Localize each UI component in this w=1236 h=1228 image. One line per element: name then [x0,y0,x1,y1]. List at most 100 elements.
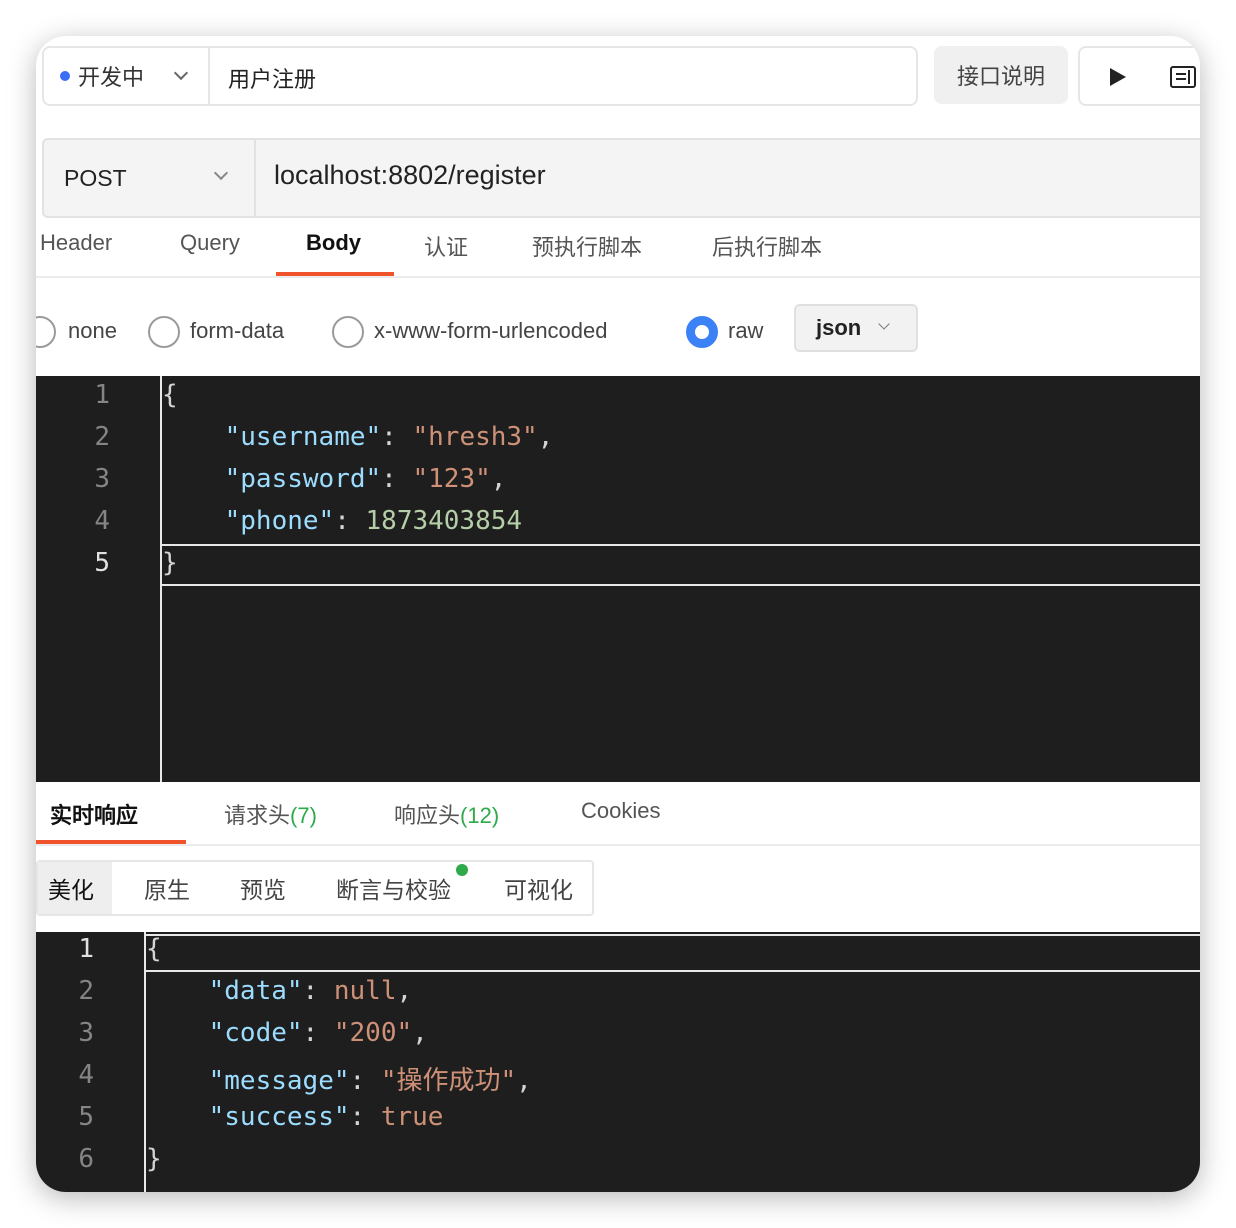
code-line: } [146,1144,162,1174]
radio-form-data[interactable] [148,316,180,348]
radio-urlencoded-label: x-www-form-urlencoded [374,318,608,343]
code-token: "message" [208,1066,350,1096]
code-token: "data" [208,976,303,1006]
code-token: : [349,1102,381,1132]
code-token: "username" [224,422,382,452]
code-token: "code" [208,1018,303,1048]
status-dot-icon [60,71,70,81]
line-number: 1 [78,934,94,964]
line-number: 4 [78,1060,94,1090]
code-token: : [302,1018,334,1048]
code-line: "username": "hresh3", [162,422,554,452]
current-line-top [146,934,1200,936]
url-bar: POST [42,138,1200,218]
code-token: , [516,1066,532,1096]
api-name-input[interactable]: 用户注册 [228,62,316,94]
view-mode-segment: 美化 原生 预览 断言与校验 可视化 [36,860,594,916]
code-token: , [537,422,554,452]
body-type-row: none form-data x-www-form-urlencoded raw… [36,304,1200,354]
tab-response-headers-label: 响应头 [394,803,461,828]
response-body-viewer[interactable]: 1 2 3 4 5 6 { "data": null, "code": "200", "me… [36,932,1200,1192]
chevron-down-icon [213,165,229,181]
code-token: "success" [208,1102,350,1132]
chevron-down-icon [173,65,189,81]
tab-header[interactable]: Header [40,230,112,256]
code-token: "200" [333,1018,413,1048]
tab-realtime-response[interactable]: 实时响应 [50,798,138,830]
code-token: { [162,380,178,410]
request-tabs: Header Query Body 认证 预执行脚本 后执行脚本 [36,222,1200,278]
code-token: "password" [224,464,382,494]
tab-post-script[interactable]: 后执行脚本 [712,230,822,262]
raw-format-select[interactable]: json [794,304,918,352]
radio-raw[interactable] [686,316,718,348]
tab-auth[interactable]: 认证 [424,230,468,262]
radio-urlencoded[interactable] [332,316,364,348]
api-title-box: 开发中 用户注册 [42,46,918,106]
view-mode-beautify[interactable]: 美化 [38,862,112,914]
code-token: : [381,422,413,452]
method-select[interactable]: POST [44,140,256,216]
code-line: "message": "操作成功", [146,1060,532,1097]
view-mode-raw[interactable]: 原生 [144,862,190,914]
radio-none[interactable] [36,316,56,348]
code-token: null [333,976,397,1006]
view-mode-preview[interactable]: 预览 [240,862,286,914]
chevron-down-icon [878,318,890,330]
view-mode-assertions[interactable]: 断言与校验 [336,862,451,914]
view-mode-visualize[interactable]: 可视化 [504,862,573,914]
current-line-top [162,544,1200,546]
save-icon[interactable] [1170,66,1196,88]
line-number: 5 [94,548,110,578]
play-icon[interactable] [1110,68,1126,86]
code-token: 1873403854 [365,506,523,536]
tab-cookies[interactable]: Cookies [581,798,660,824]
response-tabs: 实时响应 请求头(7) 响应头(12) Cookies [36,782,1200,846]
code-line: "success": true [146,1102,444,1132]
code-line: } [162,548,178,578]
line-number: 4 [94,506,110,536]
run-controls [1078,46,1200,106]
current-line-bottom [162,584,1200,586]
code-token: , [490,464,507,494]
code-token: "hresh3" [412,422,538,452]
code-token: true [380,1102,444,1132]
raw-format-label: json [816,315,862,340]
code-token: : [381,464,413,494]
tab-query[interactable]: Query [180,230,240,256]
code-token: { [146,934,162,964]
code-token: : [334,506,366,536]
tab-request-headers[interactable]: 请求头(7) [224,798,317,830]
tab-pre-script[interactable]: 预执行脚本 [532,230,642,262]
line-number: 3 [94,464,110,494]
code-token: "123" [412,464,491,494]
request-headers-count: (7) [290,803,317,828]
code-line: "phone": 1873403854 [162,506,522,536]
code-token: , [396,976,413,1006]
response-headers-count: (12) [460,803,500,828]
tab-body[interactable]: Body [306,230,361,256]
code-line: { [146,934,162,964]
method-label: POST [64,164,127,191]
status-select[interactable]: 开发中 [44,48,210,104]
line-number: 2 [78,976,94,1006]
radio-form-data-label: form-data [190,318,285,343]
status-label: 开发中 [78,65,145,90]
request-body-editor[interactable]: 1 2 3 4 5 { "username": "hresh3", "password":… [36,376,1200,782]
api-doc-button[interactable]: 接口说明 [934,46,1068,104]
line-number: 2 [94,422,110,452]
code-line: "data": null, [146,976,413,1006]
current-line-bottom [146,970,1200,972]
code-line: "password": "123", [162,464,507,494]
code-line: { [162,380,178,410]
code-token: "phone" [224,506,335,536]
line-number: 1 [94,380,110,410]
url-input[interactable] [274,160,1174,191]
tab-response-headers[interactable]: 响应头(12) [394,798,499,830]
